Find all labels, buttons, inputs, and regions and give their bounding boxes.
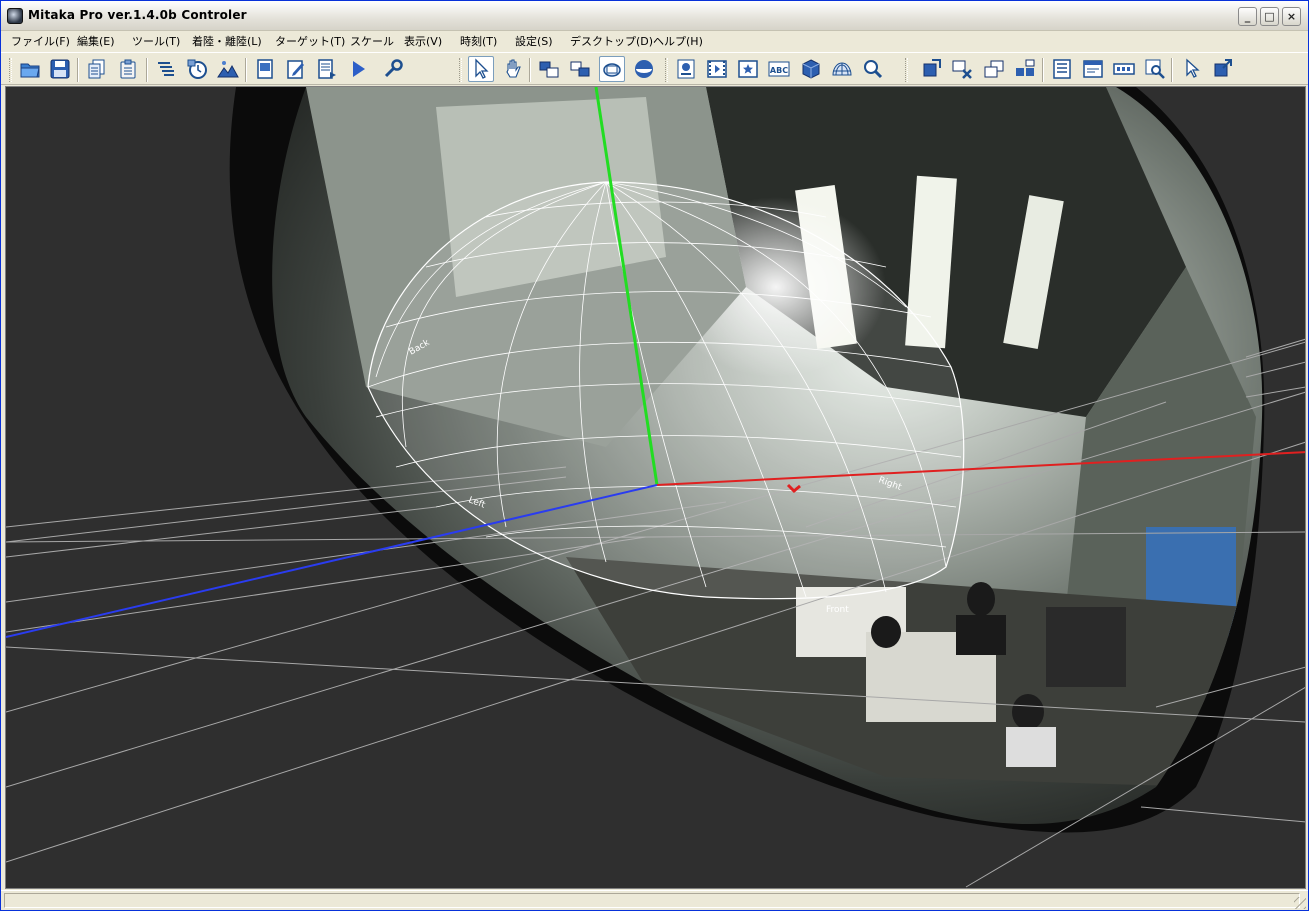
menu-file[interactable]: ファイル(F) xyxy=(11,33,70,49)
toolbar-separator xyxy=(529,58,531,82)
title-bar[interactable]: Mitaka Pro ver.1.4.0b Controler _ □ × xyxy=(1,1,1308,31)
display-format-icon[interactable] xyxy=(1111,56,1137,82)
text-label-caption: ABC xyxy=(770,66,788,75)
status-panel xyxy=(4,893,1300,908)
zoom-search-icon[interactable] xyxy=(1142,56,1168,82)
status-bar xyxy=(1,890,1308,910)
menu-view[interactable]: 表示(V) xyxy=(404,33,442,49)
menu-landing[interactable]: 着陸・離陸(L) xyxy=(192,33,262,49)
menu-tools[interactable]: ツール(T) xyxy=(132,33,180,49)
wrench-icon[interactable] xyxy=(380,56,406,82)
toolbar: ABC xyxy=(1,52,1308,85)
application-window: Mitaka Pro ver.1.4.0b Controler _ □ × ファ… xyxy=(0,0,1309,911)
text-label-icon[interactable]: ABC xyxy=(766,56,792,82)
fisheye-scene[interactable]: Back Left Right Front xyxy=(6,87,1306,889)
select-arrow-icon[interactable] xyxy=(468,56,494,82)
window-title: Mitaka Pro ver.1.4.0b Controler xyxy=(28,8,247,22)
toolbar-separator xyxy=(77,58,79,82)
close-button[interactable]: × xyxy=(1282,7,1301,26)
toolbar-separator xyxy=(1042,58,1044,82)
monitor-settings-icon[interactable] xyxy=(252,56,278,82)
menu-edit[interactable]: 編集(E) xyxy=(77,33,115,49)
toolbar-separator xyxy=(1171,58,1173,82)
duplicate-icon[interactable] xyxy=(981,56,1007,82)
fisheye-sphere-icon[interactable] xyxy=(631,56,657,82)
copy-document-icon[interactable] xyxy=(84,56,110,82)
save-disk-icon[interactable] xyxy=(47,56,73,82)
menu-help[interactable]: ヘルプ(H) xyxy=(653,33,703,49)
app-icon[interactable] xyxy=(7,8,23,24)
place-marker-icon[interactable] xyxy=(673,56,699,82)
edit-pencil-icon[interactable] xyxy=(283,56,309,82)
star-map-icon[interactable] xyxy=(735,56,761,82)
open-folder-icon[interactable] xyxy=(17,56,43,82)
window-split-icon[interactable] xyxy=(567,56,593,82)
toolbar-grip[interactable] xyxy=(905,58,908,82)
move-object-icon[interactable] xyxy=(918,56,944,82)
link-object-icon[interactable] xyxy=(1209,56,1235,82)
toolbar-separator xyxy=(146,58,148,82)
menu-settings[interactable]: 設定(S) xyxy=(515,33,553,49)
menu-target[interactable]: ターゲット(T) xyxy=(275,33,345,49)
toolbar-grip[interactable] xyxy=(665,58,668,82)
dome-label-front: Front xyxy=(826,605,849,615)
clock-settings-icon[interactable] xyxy=(184,56,210,82)
resize-grip[interactable] xyxy=(1294,897,1306,909)
dome-grid-icon[interactable] xyxy=(829,56,855,82)
menu-scale[interactable]: スケール xyxy=(350,33,394,49)
cube-icon[interactable] xyxy=(798,56,824,82)
3d-viewport[interactable]: Back Left Right Front xyxy=(5,86,1306,889)
grid-arrange-icon[interactable] xyxy=(1012,56,1038,82)
toolbar-grip[interactable] xyxy=(459,58,462,82)
toolbar-grip[interactable] xyxy=(9,58,12,82)
pan-hand-icon[interactable] xyxy=(500,56,526,82)
zoom-draw-icon[interactable] xyxy=(860,56,886,82)
window-layout-icon[interactable] xyxy=(536,56,562,82)
delete-object-icon[interactable] xyxy=(949,56,975,82)
maximize-button[interactable]: □ xyxy=(1260,7,1279,26)
layers-icon[interactable] xyxy=(153,56,179,82)
menu-time[interactable]: 時刻(T) xyxy=(460,33,497,49)
play-icon[interactable] xyxy=(345,56,371,82)
menu-bar: ファイル(F) 編集(E) ツール(T) 着陸・離陸(L) ターゲット(T) ス… xyxy=(1,31,1308,51)
clipboard-icon[interactable] xyxy=(115,56,141,82)
panel-icon[interactable] xyxy=(1080,56,1106,82)
film-icon[interactable] xyxy=(704,56,730,82)
landscape-icon[interactable] xyxy=(215,56,241,82)
pointer-icon[interactable] xyxy=(1178,56,1204,82)
camera-view-icon[interactable] xyxy=(599,56,625,82)
script-document-icon[interactable] xyxy=(314,56,340,82)
menu-desktop[interactable]: デスクトップ(D) xyxy=(570,33,653,49)
minimize-button[interactable]: _ xyxy=(1238,7,1257,26)
list-properties-icon[interactable] xyxy=(1049,56,1075,82)
toolbar-separator xyxy=(245,58,247,82)
